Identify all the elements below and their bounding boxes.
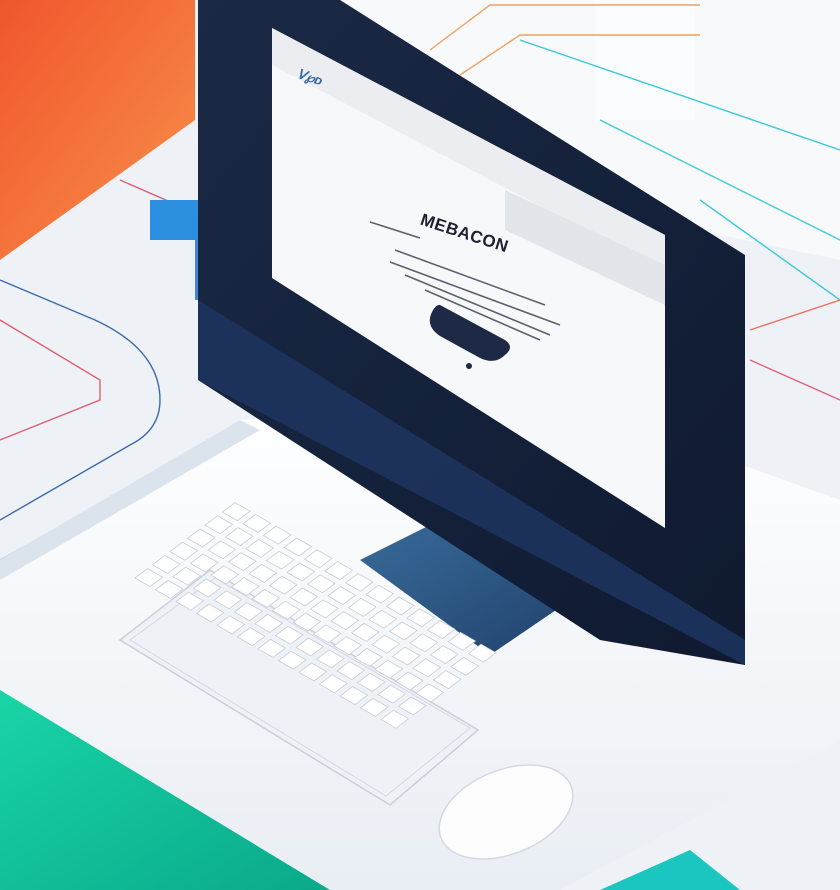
blue-square (150, 200, 200, 240)
illustration-scene: ᐯ℘ᴅ MEBACON (0, 0, 840, 890)
scene-graphics (0, 0, 840, 890)
light-column (595, 0, 695, 120)
screen-dot (466, 363, 472, 369)
